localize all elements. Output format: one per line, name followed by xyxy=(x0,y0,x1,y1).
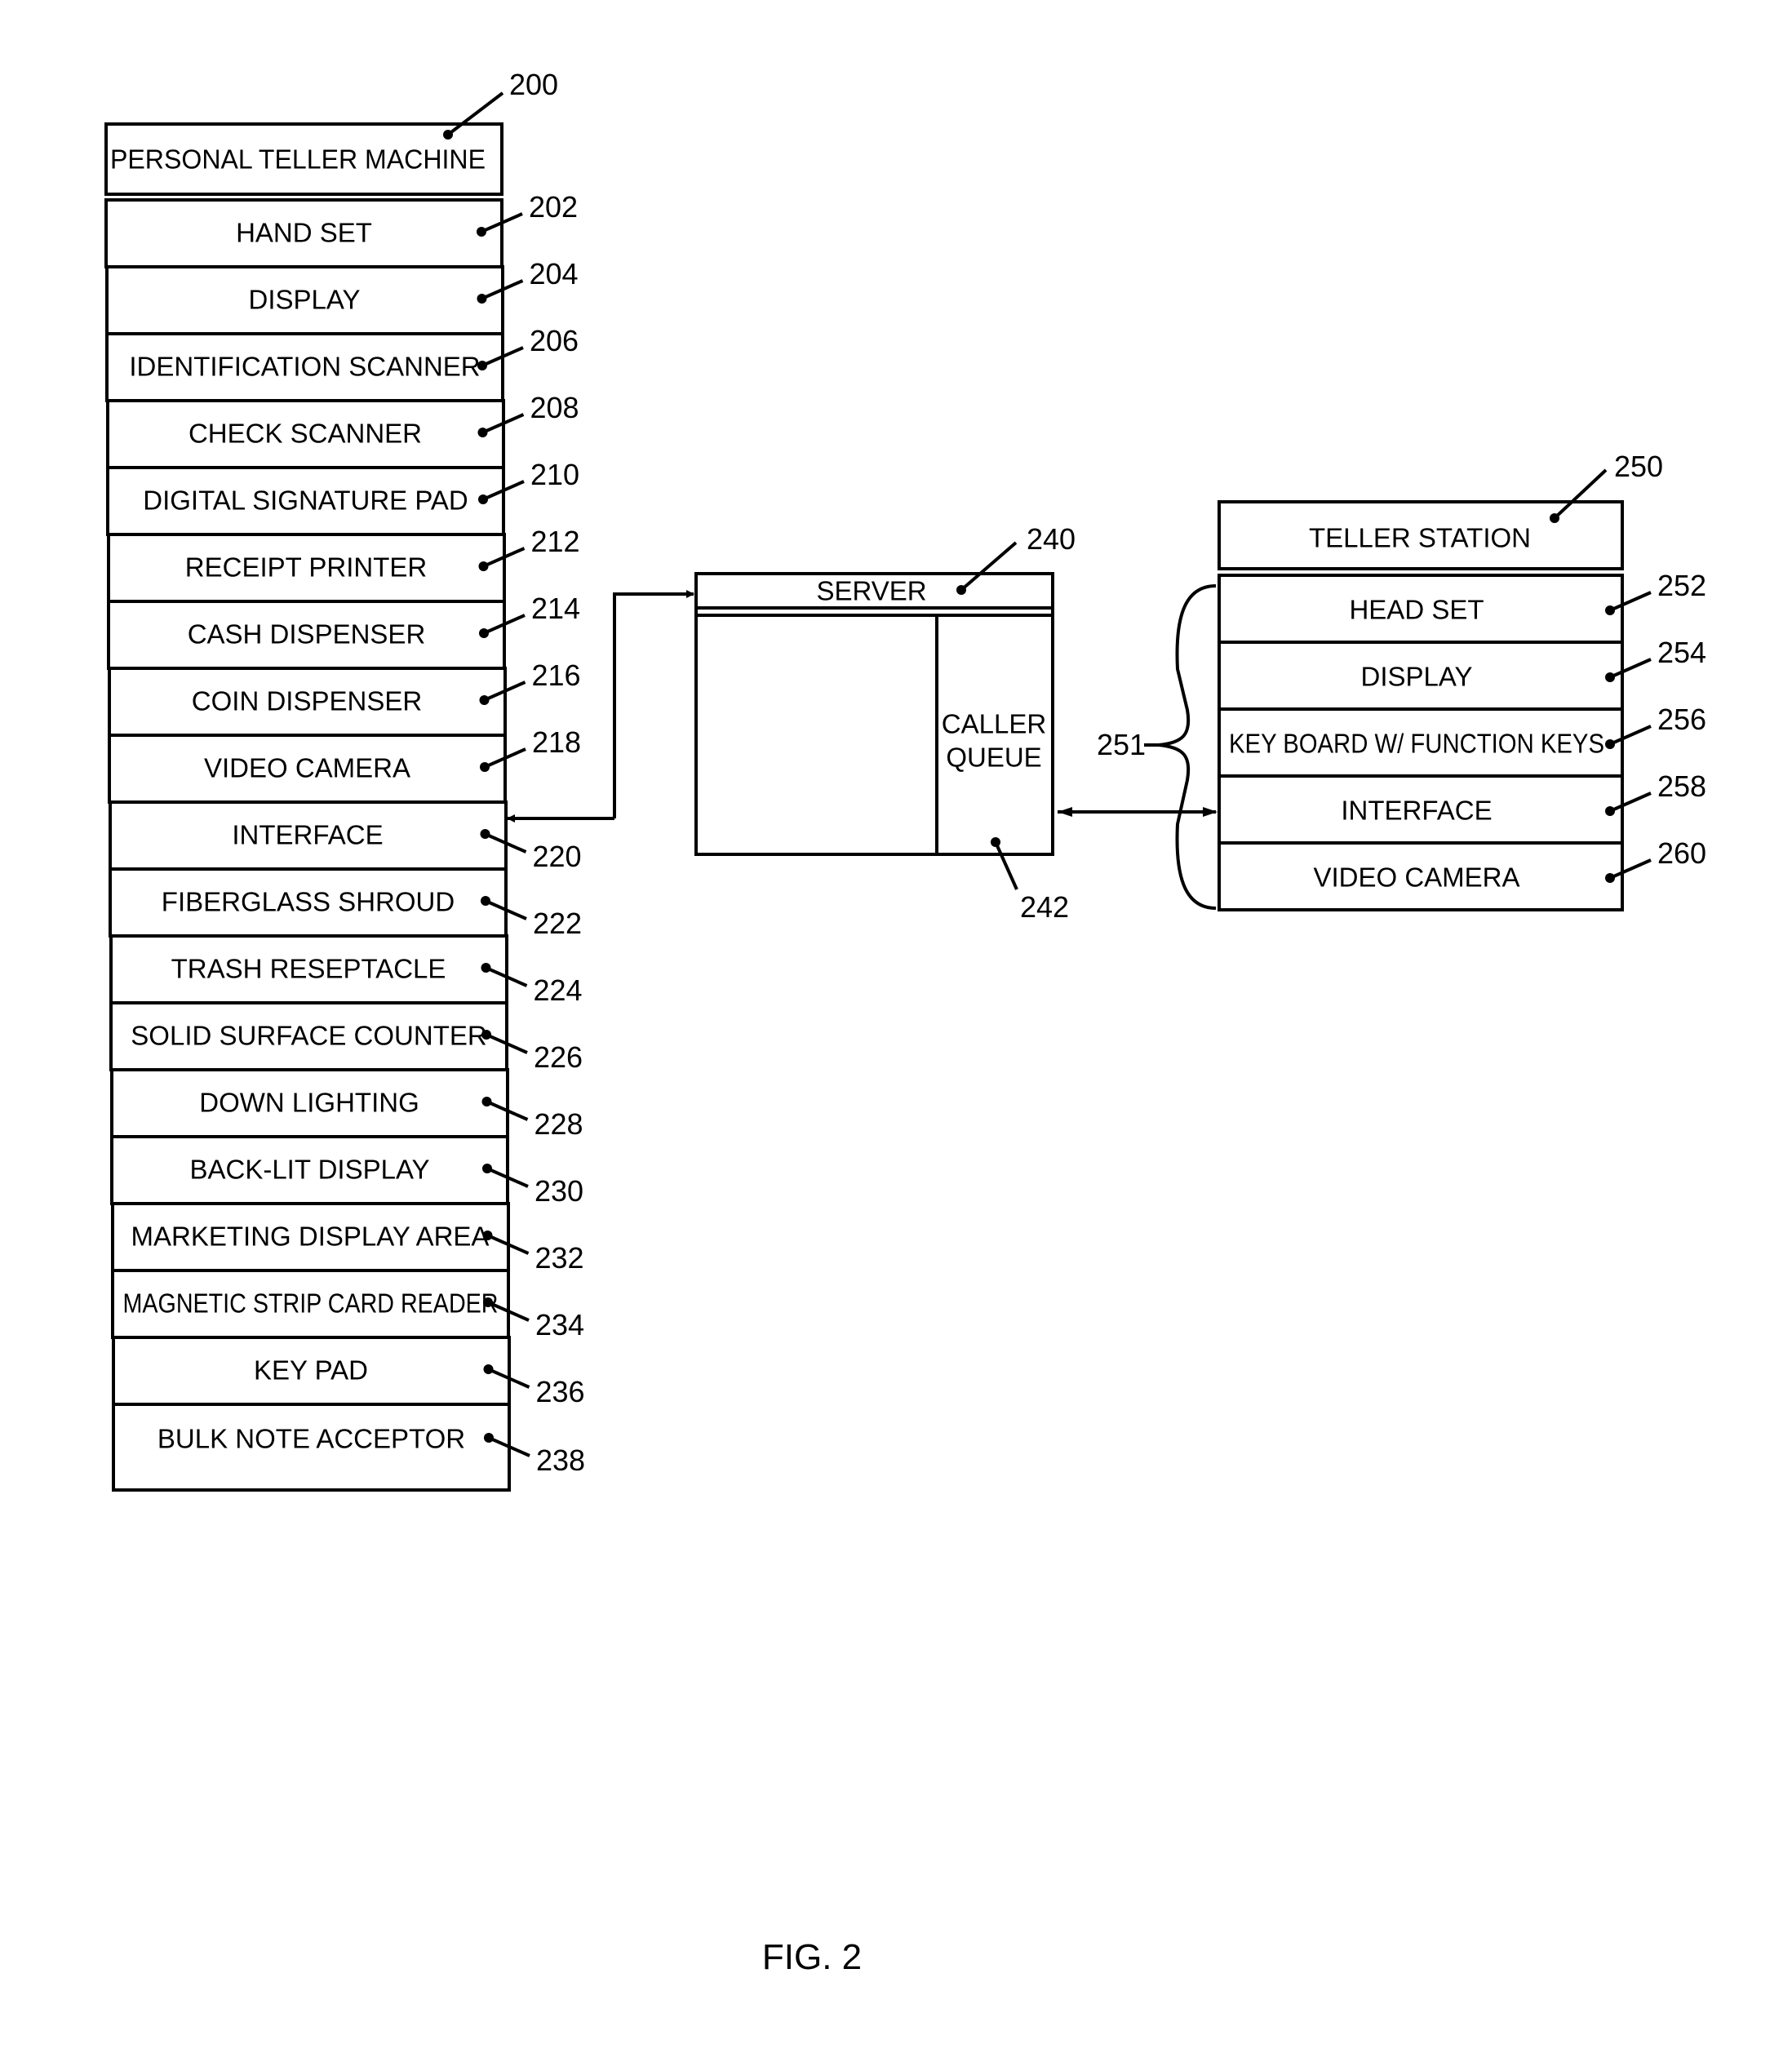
ptm-component-label: MAGNETIC STRIP CARD READER xyxy=(123,1288,499,1319)
ptm-component-ref: 234 xyxy=(535,1308,584,1341)
ptm-component-ref: 228 xyxy=(534,1107,583,1141)
ptm-component-label: BACK-LIT DISPLAY xyxy=(189,1155,429,1185)
ptm-components: HAND SET 202 DISPLAY 204 IDENTIFICATION SCAN… xyxy=(104,190,585,1492)
personal-teller-machine: PERSONAL TELLER MACHINE 200 HAND SET 202 D… xyxy=(104,68,585,1492)
ts-component-ref: 260 xyxy=(1657,836,1706,870)
connector-to-server xyxy=(613,590,694,818)
ptm-component-ref: 226 xyxy=(534,1040,583,1074)
ptm-component-row: SOLID SURFACE COUNTER 226 xyxy=(109,1001,583,1074)
ptm-component-row: BACK-LIT DISPLAY 230 xyxy=(110,1135,583,1208)
ptm-component-row: DOWN LIGHTING 228 xyxy=(110,1068,583,1141)
ts-component-label: HEAD SET xyxy=(1349,595,1484,625)
ts-title: TELLER STATION xyxy=(1309,523,1531,553)
ts-ref: 250 xyxy=(1614,450,1663,483)
arrowhead-to-server xyxy=(1058,807,1072,817)
caller-queue-ref: 242 xyxy=(1020,890,1069,924)
ts-component-row: INTERFACE 258 xyxy=(1218,769,1706,845)
ptm-component-ref: 236 xyxy=(536,1375,585,1408)
ptm-component-label: CASH DISPENSER xyxy=(188,619,426,650)
ptm-component-label: DIGITAL SIGNATURE PAD xyxy=(143,486,468,516)
ptm-component-label: DISPLAY xyxy=(249,285,361,315)
ptm-component-label: VIDEO CAMERA xyxy=(204,753,410,783)
arrowhead-to-teller xyxy=(1203,807,1218,817)
ptm-component-label: IDENTIFICATION SCANNER xyxy=(129,352,480,382)
figure-caption: FIG. 2 xyxy=(762,1937,862,1977)
ts-component-ref: 258 xyxy=(1657,769,1706,803)
ptm-component-label: TRASH RESEPTACLE xyxy=(171,954,446,984)
ptm-component-ref: 220 xyxy=(533,840,582,873)
ptm-component-ref: 224 xyxy=(534,973,583,1007)
ptm-component-ref: 204 xyxy=(530,257,579,290)
server-title: SERVER xyxy=(816,576,926,606)
teller-station: TELLER STATION 250 HEAD SET 252 DISPLAY 254… xyxy=(1097,450,1706,911)
ptm-component-label: FIBERGLASS SHROUD xyxy=(162,887,455,917)
brace-251 xyxy=(1158,584,1217,910)
ts-component-label: INTERFACE xyxy=(1341,796,1492,826)
ts-component-label: DISPLAY xyxy=(1361,662,1473,692)
ptm-component-row: VIDEO CAMERA 218 xyxy=(108,725,581,804)
ptm-component-row: DIGITAL SIGNATURE PAD 210 xyxy=(106,458,579,536)
ptm-ref: 200 xyxy=(509,68,558,101)
ptm-component-row: BULK NOTE ACCEPTOR 238 xyxy=(112,1403,585,1492)
ptm-component-label: COIN DISPENSER xyxy=(192,686,422,716)
ptm-component-ref: 202 xyxy=(529,190,578,224)
ptm-component-ref: 214 xyxy=(531,592,580,625)
server-ref: 240 xyxy=(1027,522,1076,556)
server: SERVER 240 CALLER QUEUE 242 xyxy=(694,522,1076,924)
ptm-component-label: KEY PAD xyxy=(254,1355,368,1386)
ptm-component-ref: 222 xyxy=(533,907,582,940)
ptm-component-label: INTERFACE xyxy=(232,820,383,850)
ptm-component-ref: 232 xyxy=(535,1241,584,1275)
ptm-component-label: DOWN LIGHTING xyxy=(199,1088,419,1118)
ptm-component-row: COIN DISPENSER 216 xyxy=(108,659,581,737)
ptm-component-row: CHECK SCANNER 208 xyxy=(106,391,579,469)
brace-ref: 251 xyxy=(1097,728,1146,761)
ptm-component-ref: 210 xyxy=(530,458,579,491)
ptm-component-row: FIBERGLASS SHROUD 222 xyxy=(109,867,582,940)
ptm-component-label: HAND SET xyxy=(236,218,372,248)
ptm-component-row: MAGNETIC STRIP CARD READER 234 xyxy=(111,1269,584,1341)
ptm-component-row: RECEIPT PRINTER 212 xyxy=(107,525,580,603)
fig-2-diagram: PERSONAL TELLER MACHINE 200 HAND SET 202 D… xyxy=(104,68,1706,1977)
ptm-component-row: DISPLAY 204 xyxy=(105,257,579,335)
ptm-component-ref: 208 xyxy=(530,391,579,424)
ts-component-label: VIDEO CAMERA xyxy=(1313,862,1519,893)
ptm-component-label: MARKETING DISPLAY AREA xyxy=(131,1222,490,1252)
caller-queue-line2: QUEUE xyxy=(946,743,1041,773)
ts-component-ref: 252 xyxy=(1657,569,1706,602)
ptm-component-row: KEY PAD 236 xyxy=(112,1336,585,1408)
ts-component-row: DISPLAY 254 xyxy=(1218,636,1706,711)
connector-interface-server xyxy=(507,590,694,823)
ts-component-ref: 256 xyxy=(1657,703,1706,736)
ptm-component-ref: 212 xyxy=(531,525,580,558)
ptm-title: PERSONAL TELLER MACHINE xyxy=(110,144,486,175)
ts-component-row: HEAD SET 252 xyxy=(1218,569,1706,644)
ts-component-row: KEY BOARD W/ FUNCTION KEYS 256 xyxy=(1218,703,1706,778)
ptm-component-row: IDENTIFICATION SCANNER 206 xyxy=(105,324,579,402)
ptm-component-row: MARKETING DISPLAY AREA 232 xyxy=(111,1202,584,1275)
caller-queue-line1: CALLER xyxy=(942,709,1046,739)
ptm-component-row: HAND SET 202 xyxy=(104,190,578,268)
ptm-component-ref: 206 xyxy=(530,324,579,357)
ptm-component-label: RECEIPT PRINTER xyxy=(185,552,427,583)
ptm-component-label: BULK NOTE ACCEPTOR xyxy=(157,1424,465,1454)
ptm-component-label: CHECK SCANNER xyxy=(189,419,422,449)
ts-component-label: KEY BOARD W/ FUNCTION KEYS xyxy=(1229,729,1604,759)
ptm-component-row: CASH DISPENSER 214 xyxy=(107,592,580,670)
ptm-component-row: TRASH RESEPTACLE 224 xyxy=(109,934,583,1007)
ts-components: HEAD SET 252 DISPLAY 254 KEY BOARD W/ FUNCTI… xyxy=(1218,569,1706,911)
ptm-component-ref: 216 xyxy=(532,659,581,692)
ptm-component-ref: 230 xyxy=(534,1174,583,1208)
ptm-component-ref: 238 xyxy=(536,1443,585,1477)
ptm-component-label: SOLID SURFACE COUNTER xyxy=(131,1021,486,1051)
ptm-component-row: INTERFACE 220 xyxy=(109,800,582,873)
ts-component-ref: 254 xyxy=(1657,636,1706,669)
ts-component-row: VIDEO CAMERA 260 xyxy=(1218,836,1706,911)
ptm-component-ref: 218 xyxy=(532,725,581,759)
